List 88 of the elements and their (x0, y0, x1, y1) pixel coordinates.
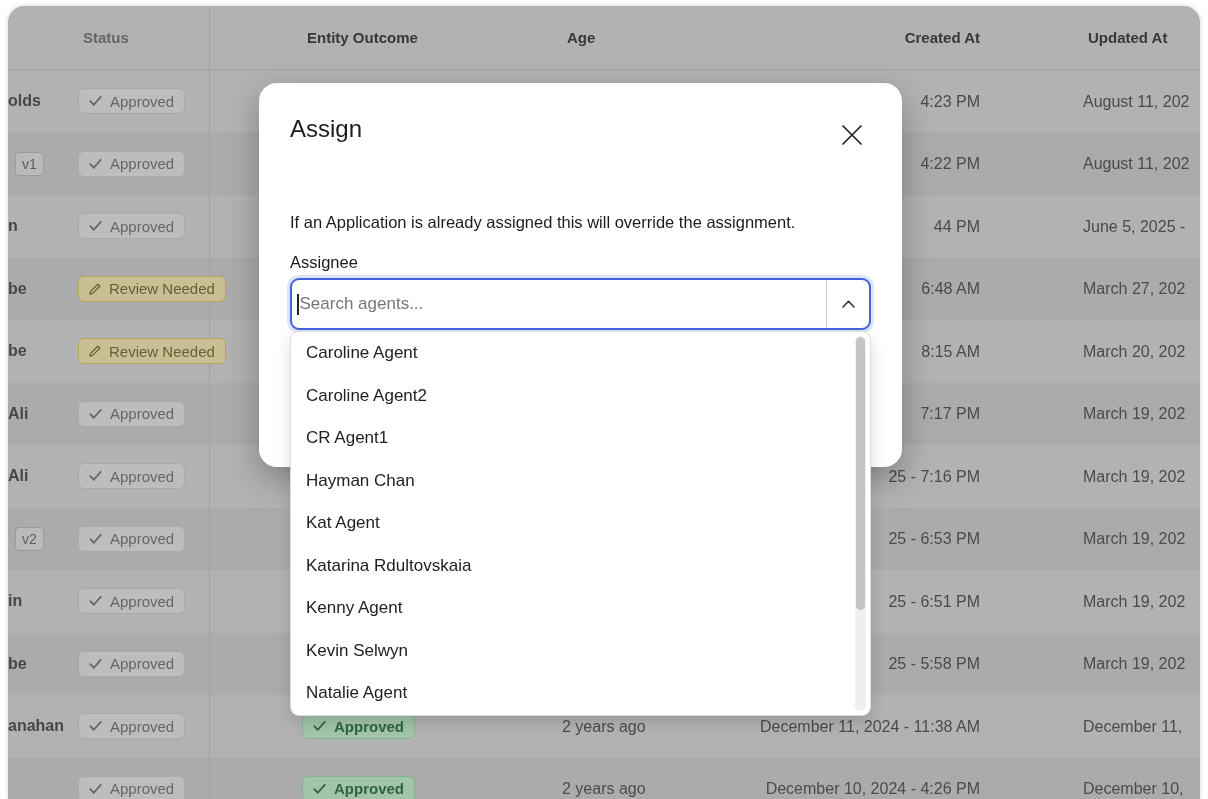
name-text: Ali (8, 467, 29, 486)
age-text: 2 years ago (562, 780, 646, 798)
check-icon (89, 596, 102, 607)
check-icon (89, 783, 102, 794)
check-icon (89, 471, 102, 482)
created-at-text: 7:17 PM (920, 405, 980, 423)
approved-badge: Approved (78, 463, 186, 490)
created-at-text: 44 PM (933, 217, 980, 235)
name-text: n (8, 217, 18, 236)
approved-badge: Approved (302, 775, 415, 799)
approved-badge: Approved (78, 213, 186, 240)
name-text: be (8, 279, 27, 298)
updated-at-text: March 19, 202 (1083, 405, 1186, 423)
dialog-title: Assign (290, 114, 363, 144)
agent-option[interactable]: Caroline Agent2 (291, 374, 851, 417)
updated-at-text: August 11, 202 (1083, 92, 1190, 110)
agent-option[interactable]: Hayman Chan (291, 459, 851, 502)
name-text: anahan (8, 717, 64, 736)
created-at-text: 8:15 AM (921, 342, 980, 360)
name-text: be (8, 342, 27, 361)
pencil-icon (89, 345, 101, 358)
version-tag: v1 (15, 151, 44, 176)
check-icon (89, 658, 102, 669)
approved-badge: Approved (78, 525, 186, 552)
review-needed-badge: Review Needed (78, 275, 226, 302)
updated-at-text: March 19, 202 (1083, 592, 1186, 610)
created-at-text: December 10, 2024 - 4:26 PM (765, 780, 980, 798)
agent-option[interactable]: Caroline Agent (291, 332, 851, 375)
created-at-text: 25 - 5:58 PM (888, 655, 980, 673)
approved-badge: Approved (78, 88, 186, 115)
check-icon (89, 158, 102, 169)
updated-at-text: December 10, (1083, 780, 1184, 798)
check-icon (89, 221, 102, 232)
created-at-text: 6:48 AM (921, 280, 980, 298)
chevron-up-icon (841, 300, 855, 308)
check-icon (89, 533, 102, 544)
updated-at-text: March 27, 202 (1083, 280, 1186, 298)
agent-option[interactable]: Kevin Selwyn (291, 629, 851, 672)
column-header: Created At (904, 29, 980, 46)
check-icon (89, 408, 102, 419)
updated-at-text: August 11, 202 (1083, 155, 1190, 173)
updated-at-text: March 19, 202 (1083, 467, 1186, 485)
updated-at-text: March 19, 202 (1083, 530, 1186, 548)
column-header: Updated At (1088, 29, 1168, 46)
agent-option[interactable]: CR Agent1 (291, 417, 851, 460)
version-tag: v2 (15, 526, 44, 551)
created-at-text: 25 - 6:53 PM (888, 530, 980, 548)
name-text: Ali (8, 404, 29, 423)
updated-at-text: December 11, (1083, 717, 1183, 735)
column-header: Status (83, 29, 129, 46)
created-at-text: 25 - 7:16 PM (888, 467, 980, 485)
check-icon (313, 721, 326, 732)
updated-at-text: June 5, 2025 - (1083, 217, 1186, 235)
dialog-description: If an Application is already assigned this will override the assignment. (290, 212, 797, 233)
close-icon (842, 125, 862, 145)
close-button[interactable] (840, 123, 864, 147)
name-text: in (8, 592, 23, 611)
column-header: Age (567, 29, 596, 46)
approved-badge: Approved (78, 588, 186, 615)
approved-badge: Approved (78, 400, 186, 427)
field-label: Assignee (290, 252, 358, 273)
approved-badge: Approved (78, 713, 186, 740)
agent-combobox[interactable]: Search agents... (290, 278, 871, 330)
pencil-icon (89, 282, 101, 295)
created-at-text: 4:23 PM (920, 92, 980, 110)
column-header: Entity Outcome (307, 29, 418, 46)
agent-option[interactable]: Kenny Agent (291, 587, 851, 630)
approved-badge: Approved (78, 150, 186, 177)
age-text: 2 years ago (562, 717, 646, 735)
name-text: olds (8, 92, 41, 111)
name-text: be (8, 654, 27, 673)
check-icon (89, 96, 102, 107)
updated-at-text: March 19, 202 (1083, 655, 1186, 673)
review-needed-badge: Review Needed (78, 338, 226, 365)
created-at-text: December 11, 2024 - 11:38 AM (760, 717, 980, 735)
created-at-text: 25 - 6:51 PM (888, 592, 980, 610)
agent-option[interactable]: Natalie Agent (291, 672, 851, 715)
scrollbar-thumb[interactable] (856, 337, 865, 610)
agent-option[interactable]: Kat Agent (291, 502, 851, 545)
agent-option[interactable]: Katarina Rdultovskaia (291, 544, 851, 587)
approved-badge: Approved (78, 650, 186, 677)
check-icon (313, 783, 326, 794)
check-icon (89, 721, 102, 732)
created-at-text: 4:22 PM (920, 155, 980, 173)
text-cursor-icon (297, 293, 299, 315)
approved-badge: Approved (78, 775, 186, 799)
updated-at-text: March 20, 202 (1083, 342, 1186, 360)
search-input[interactable]: Search agents... (299, 280, 826, 328)
